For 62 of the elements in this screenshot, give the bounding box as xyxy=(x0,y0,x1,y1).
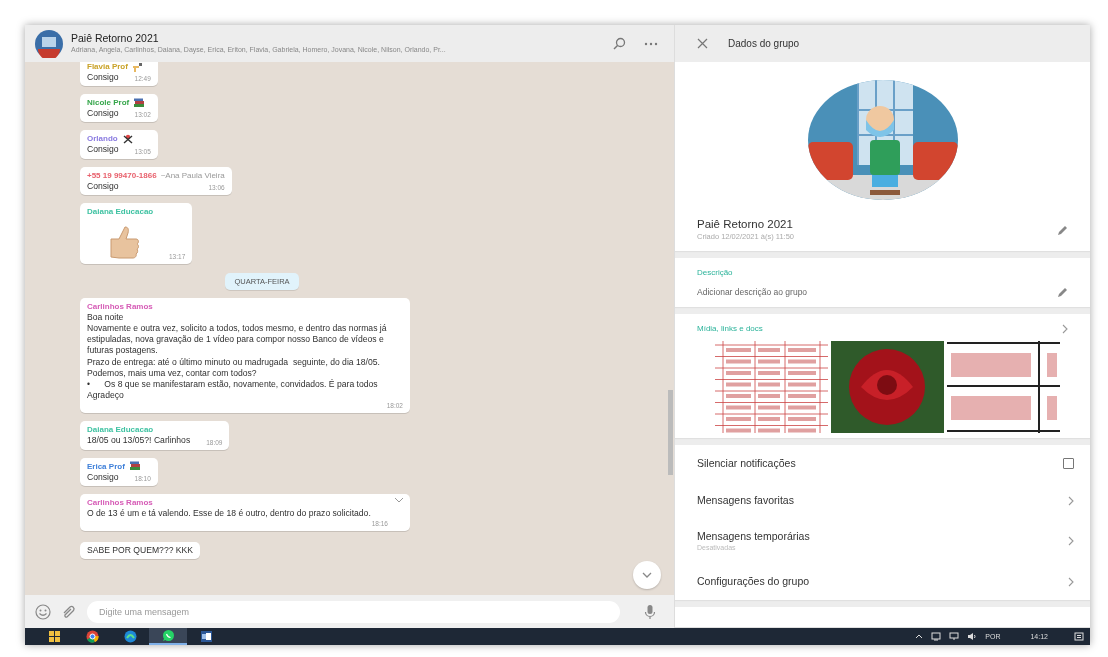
checkbox[interactable] xyxy=(1063,458,1074,469)
search-icon[interactable] xyxy=(613,37,626,50)
panel-title: Dados do grupo xyxy=(728,38,800,49)
option-label: Mensagens favoritas xyxy=(697,494,794,507)
sender-name[interactable]: +55 19 99470-1866 xyxy=(87,169,157,181)
sender-name[interactable]: Flavia Prof xyxy=(87,62,128,72)
section-label[interactable]: Mídia, links e docs xyxy=(697,323,763,335)
windows-icon xyxy=(47,630,61,643)
option-label: Configurações do grupo xyxy=(697,575,810,588)
sender-push-name: ~Ana Paula Vieira xyxy=(160,169,225,181)
message-text: Consigo xyxy=(87,180,119,192)
sender-name[interactable]: Carlinhos Ramos xyxy=(87,496,153,508)
sender-name[interactable]: Nicole Prof xyxy=(87,97,130,109)
monitor-icon[interactable] xyxy=(949,632,960,641)
message-text: Boa noite Novamente e outra vez, solicito a todos, todos mesmo, e dentro das normas já estipuladas, nova gravação de 1 vídeo para compor nosso Banco de vídeos e futuras postagens. Prazo de entrega: até o último minuto ou madrugada seguinte, do dia 18/05. Podemos, mais uma vez, contar com todos? • Os 8 que se manifestaram estão, novamente, convidados. É para todos Agradeço xyxy=(87,311,388,402)
description-placeholder[interactable]: Adicionar descrição ao grupo xyxy=(697,286,808,298)
message-input[interactable]: Digite uma mensagem xyxy=(87,600,620,623)
pencil-icon[interactable] xyxy=(1057,224,1068,236)
pencil-icon[interactable] xyxy=(1057,286,1068,298)
message-text: O de 13 é um e tá valendo. Esse de 18 é outro, dentro do prazo solicitado. xyxy=(87,507,371,520)
sender-name[interactable]: Daiana Educacao xyxy=(87,424,154,436)
option-row[interactable]: Mensagens favoritas xyxy=(675,482,1090,519)
group-avatar[interactable] xyxy=(35,29,63,58)
message-text: 18/05 ou 13/05?! Carlinhos xyxy=(87,435,191,447)
option-label: Silenciar notificações xyxy=(697,457,796,470)
option-label: Mensagens temporárias xyxy=(697,529,810,543)
browser-icon xyxy=(85,630,99,643)
section-label: Descrição xyxy=(697,267,734,279)
paperclip-icon[interactable] xyxy=(61,603,77,620)
chevron-right-icon xyxy=(1068,576,1074,587)
chat-bubble-icon xyxy=(161,629,175,642)
option-row[interactable]: Silenciar notificações xyxy=(675,445,1090,482)
sender-name[interactable]: Carlinhos Ramos xyxy=(87,300,153,312)
option-row[interactable]: Configurações do grupo xyxy=(675,563,1090,600)
document-thumbnail[interactable] xyxy=(947,341,1060,433)
message-text: Consigo xyxy=(87,108,119,120)
chevron-right-icon xyxy=(1068,495,1074,506)
notification-icon[interactable] xyxy=(1074,632,1084,641)
chevron-up-icon[interactable] xyxy=(915,634,924,639)
scrollbar-thumb[interactable] xyxy=(668,390,673,475)
menu-icon[interactable] xyxy=(644,41,658,46)
sender-name[interactable]: Erica Prof xyxy=(87,460,125,472)
chevron-down-icon[interactable] xyxy=(394,496,404,503)
sender-name[interactable]: Daiana Educacao xyxy=(87,205,154,217)
message-text: Consigo xyxy=(87,72,119,84)
globe-icon xyxy=(123,630,137,643)
document-thumbnail[interactable] xyxy=(715,341,828,433)
message-text: Consigo xyxy=(87,144,119,156)
message-text: SABE POR QUEM??? KKK xyxy=(87,545,194,557)
group-name: Paiê Retorno 2021 xyxy=(697,217,794,231)
chevron-right-icon[interactable] xyxy=(1062,324,1068,334)
chevron-right-icon xyxy=(1068,536,1074,546)
close-icon[interactable] xyxy=(697,38,708,49)
microphone-icon[interactable] xyxy=(644,603,656,620)
sender-name[interactable]: Orlando xyxy=(87,133,118,145)
document-icon xyxy=(199,630,213,643)
rose-photo-thumbnail[interactable] xyxy=(831,341,944,433)
message-text: Consigo xyxy=(87,471,119,483)
speaker-icon[interactable] xyxy=(967,632,978,641)
chat-title[interactable]: Paiê Retorno 2021 xyxy=(71,32,605,45)
smiley-icon[interactable] xyxy=(35,603,51,620)
chevron-down-icon xyxy=(642,572,652,578)
